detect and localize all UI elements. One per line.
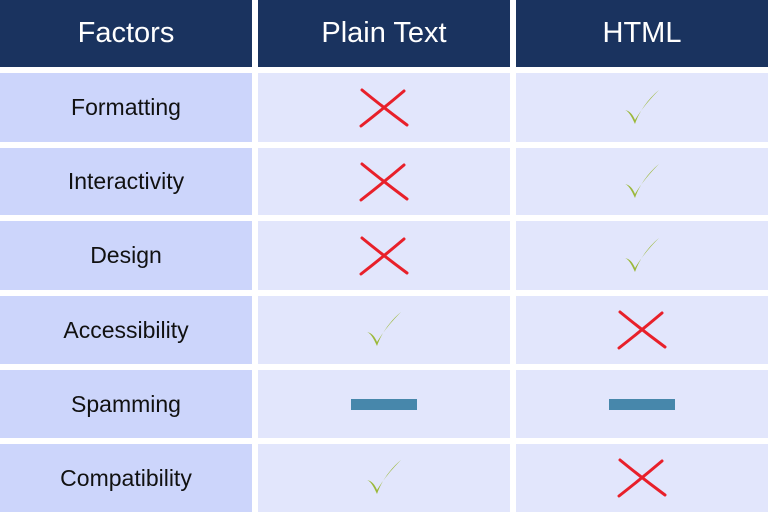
comparison-table: Factors Plain Text HTML Formatting Intera… bbox=[0, 0, 768, 512]
plain-text-cell bbox=[258, 444, 510, 512]
html-cell bbox=[516, 148, 768, 215]
html-cell bbox=[516, 296, 768, 364]
plain-text-cell bbox=[258, 221, 510, 290]
dash-icon bbox=[609, 398, 675, 410]
cross-icon bbox=[359, 236, 409, 275]
factor-cell: Compatibility bbox=[0, 444, 252, 512]
check-icon bbox=[367, 312, 401, 346]
check-icon bbox=[625, 89, 659, 124]
check-icon bbox=[625, 237, 659, 272]
plain-text-cell bbox=[258, 296, 510, 364]
plain-text-cell bbox=[258, 73, 510, 142]
header-plain-text: Plain Text bbox=[258, 0, 510, 67]
dash-icon bbox=[351, 398, 417, 410]
factor-cell: Spamming bbox=[0, 370, 252, 438]
html-cell bbox=[516, 370, 768, 438]
factor-cell: Design bbox=[0, 221, 252, 290]
cross-icon bbox=[617, 310, 667, 350]
factor-cell: Accessibility bbox=[0, 296, 252, 364]
html-cell bbox=[516, 221, 768, 290]
cross-icon bbox=[359, 162, 409, 201]
factor-cell: Formatting bbox=[0, 73, 252, 142]
plain-text-cell bbox=[258, 148, 510, 215]
factor-cell: Interactivity bbox=[0, 148, 252, 215]
html-cell bbox=[516, 444, 768, 512]
check-icon bbox=[625, 163, 659, 198]
check-icon bbox=[367, 460, 401, 494]
header-factors: Factors bbox=[0, 0, 252, 67]
cross-icon bbox=[617, 458, 667, 498]
html-cell bbox=[516, 73, 768, 142]
header-html: HTML bbox=[516, 0, 768, 67]
cross-icon bbox=[359, 88, 409, 127]
plain-text-cell bbox=[258, 370, 510, 438]
